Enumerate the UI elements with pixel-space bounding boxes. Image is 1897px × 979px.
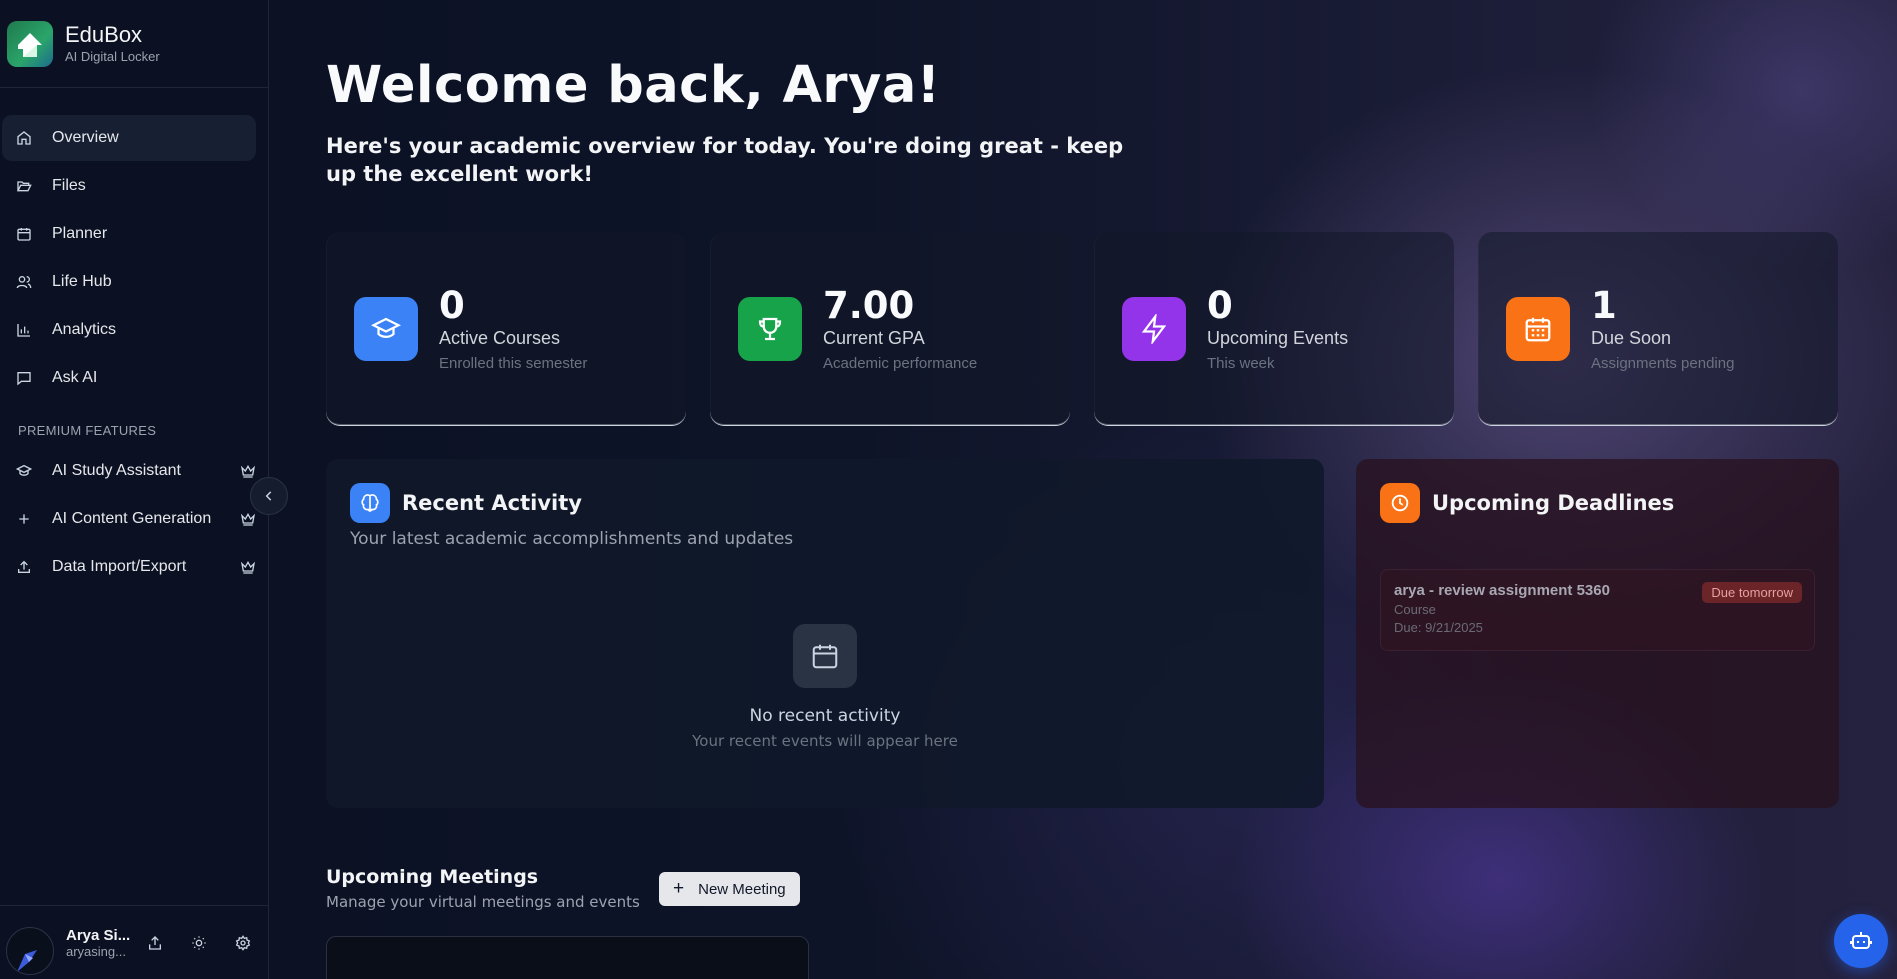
avatar[interactable] xyxy=(6,926,54,975)
ai-assistant-button[interactable] xyxy=(1834,914,1888,968)
sidebar-item-label: Ask AI xyxy=(52,369,98,386)
deadline-course: Course xyxy=(1394,602,1436,617)
sidebar-item-label: Files xyxy=(52,177,86,194)
main-content: Welcome back, Arya! Here's your academic… xyxy=(326,0,1897,979)
stat-card-active-courses[interactable]: 0 Active Courses Enrolled this semester xyxy=(326,232,686,426)
message-square-icon xyxy=(17,372,31,386)
welcome-subtitle: Here's your academic overview for today.… xyxy=(326,134,1124,186)
crown-icon xyxy=(240,512,256,526)
sidebar-item-label: AI Content Generation xyxy=(52,510,212,527)
stat-card-due-soon[interactable]: 1 Due Soon Assignments pending xyxy=(1478,232,1838,426)
stat-card-current-gpa[interactable]: 7.00 Current GPA Academic performance xyxy=(710,232,1070,426)
sidebar-item-label: Overview xyxy=(52,129,119,146)
brand-tagline: AI Digital Locker xyxy=(65,49,160,64)
home-icon xyxy=(17,131,31,145)
stat-label: Current GPA xyxy=(823,327,925,348)
recent-activity-subtitle: Your latest academic accomplishments and… xyxy=(350,529,794,549)
graduation-cap-icon xyxy=(16,464,32,476)
deadline-item[interactable]: arya - review assignment 5360 Course Due… xyxy=(1380,569,1815,651)
sidebar-item-files[interactable]: Files xyxy=(2,163,256,209)
sidebar-item-life-hub[interactable]: Life Hub xyxy=(2,259,256,305)
calendar-icon xyxy=(17,228,31,241)
sun-icon xyxy=(192,935,206,950)
empty-state: No recent activity Your recent events wi… xyxy=(326,624,1324,750)
trophy-icon xyxy=(738,296,802,361)
user-email: aryasing... xyxy=(66,943,126,959)
recent-activity-title: Recent Activity xyxy=(402,491,582,515)
sidebar-item-ask-ai[interactable]: Ask AI xyxy=(2,355,256,401)
sidebar-item-analytics[interactable]: Analytics xyxy=(2,307,256,353)
brand-name: EduBox xyxy=(65,22,143,47)
user-name: Arya Si... xyxy=(66,926,130,944)
sidebar-item-data-import-export[interactable]: Data Import/Export xyxy=(2,544,256,590)
export-button[interactable] xyxy=(144,932,166,954)
stat-value: 7.00 xyxy=(823,283,915,327)
crown-icon xyxy=(240,560,256,574)
upcoming-deadlines-panel: Upcoming Deadlines arya - review assignm… xyxy=(1356,459,1839,808)
folder-open-icon xyxy=(16,181,32,192)
chevron-left-icon xyxy=(265,491,272,501)
sidebar-item-planner[interactable]: Planner xyxy=(2,211,256,257)
premium-features-heading: PREMIUM FEATURES xyxy=(18,423,157,438)
stats-row: 0 Active Courses Enrolled this semester … xyxy=(326,232,1838,426)
theme-toggle-button[interactable] xyxy=(188,932,210,954)
plus-icon xyxy=(19,514,29,524)
stat-sub: Enrolled this semester xyxy=(439,354,588,372)
lightning-icon xyxy=(1122,296,1186,361)
sidebar-item-overview[interactable]: Overview xyxy=(2,115,256,161)
recent-activity-panel: Recent Activity Your latest academic acc… xyxy=(326,459,1324,808)
sidebar: EduBox AI Digital Locker Overview Files … xyxy=(0,0,269,979)
meeting-card[interactable] xyxy=(326,936,809,979)
stat-label: Upcoming Events xyxy=(1207,327,1349,348)
sidebar-nav: Overview Files Planner Life Hub Analytic… xyxy=(0,88,268,590)
new-meeting-button[interactable]: + New Meeting xyxy=(659,872,800,906)
sidebar-item-ai-study-assistant[interactable]: AI Study Assistant xyxy=(2,448,256,494)
user-bar: Arya Si... aryasing... xyxy=(0,905,269,979)
stat-card-upcoming-events[interactable]: 0 Upcoming Events This week xyxy=(1094,232,1454,426)
collapse-sidebar-button[interactable] xyxy=(250,477,288,515)
status-badge: Due tomorrow xyxy=(1702,582,1802,603)
graduation-cap-icon xyxy=(354,296,418,361)
stat-sub: Assignments pending xyxy=(1591,354,1735,372)
calendar-icon xyxy=(1506,296,1570,361)
stat-label: Active Courses xyxy=(439,327,561,348)
crown-icon xyxy=(240,464,256,478)
stat-sub: This week xyxy=(1207,354,1275,372)
sidebar-item-label: Analytics xyxy=(52,321,117,338)
upcoming-meetings-title: Upcoming Meetings xyxy=(326,866,539,888)
share-upload-icon xyxy=(149,935,161,950)
empty-subtitle: Your recent events will appear here xyxy=(692,732,958,750)
deadline-due-date: Due: 9/21/2025 xyxy=(1394,620,1483,635)
settings-button[interactable] xyxy=(232,932,254,954)
upcoming-meetings-subtitle: Manage your virtual meetings and events xyxy=(326,893,640,911)
calendar-icon xyxy=(793,624,857,688)
stat-value: 0 xyxy=(439,283,465,327)
new-meeting-label: New Meeting xyxy=(698,880,786,898)
upcoming-deadlines-title: Upcoming Deadlines xyxy=(1432,491,1675,515)
sidebar-item-label: Life Hub xyxy=(52,273,112,290)
users-icon xyxy=(16,276,32,289)
stat-sub: Academic performance xyxy=(823,354,978,372)
bar-chart-icon xyxy=(17,324,30,337)
welcome-heading: Welcome back, Arya! xyxy=(326,56,941,115)
edubox-logo xyxy=(7,20,53,67)
empty-title: No recent activity xyxy=(749,706,901,726)
stat-label: Due Soon xyxy=(1591,327,1672,348)
bot-icon xyxy=(1850,932,1872,949)
sidebar-item-ai-content-generation[interactable]: AI Content Generation xyxy=(2,496,256,542)
upload-icon xyxy=(18,560,30,573)
stat-value: 1 xyxy=(1591,283,1617,327)
sidebar-item-label: Data Import/Export xyxy=(52,558,187,575)
brand-header[interactable]: EduBox AI Digital Locker xyxy=(0,0,268,88)
gear-icon xyxy=(235,934,251,951)
clock-icon xyxy=(1380,483,1420,523)
plus-icon: + xyxy=(673,878,685,899)
stat-value: 0 xyxy=(1207,283,1233,327)
sidebar-item-label: AI Study Assistant xyxy=(52,462,181,479)
brain-icon xyxy=(350,483,390,523)
sidebar-item-label: Planner xyxy=(52,225,108,242)
